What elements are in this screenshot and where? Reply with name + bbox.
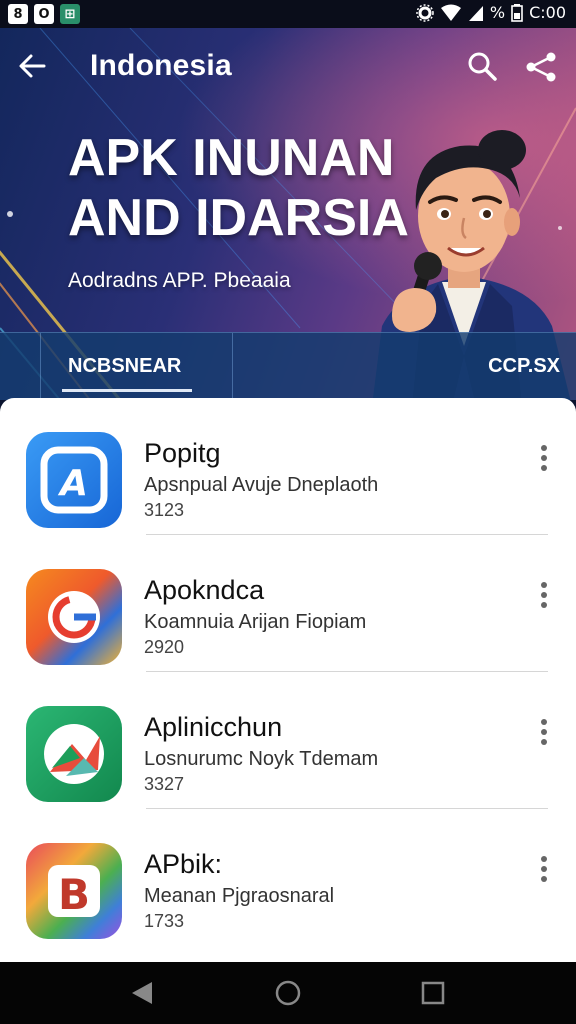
more-vert-icon[interactable] (538, 581, 550, 609)
battery-icon (511, 3, 523, 22)
app-name: Popitg (144, 438, 221, 468)
more-vert-icon[interactable] (538, 718, 550, 746)
hero-headline-line2: AND IDARSIA (68, 189, 409, 247)
hero-headline: APK INUNAN AND IDARSIA (68, 128, 409, 248)
list-item[interactable]: Apokndca Koamnuia Arijan Fiopiam 2920 (0, 535, 576, 672)
nav-home-icon[interactable] (274, 979, 302, 1007)
orange-swirl-app-icon[interactable] (26, 569, 122, 665)
notification-icon-2: O (34, 4, 54, 24)
nav-back-icon[interactable] (130, 980, 154, 1006)
app-description: Apsnpual Avuje Dneplaoth (144, 474, 379, 496)
notification-icon-3: ⊞ (60, 4, 80, 24)
tab-divider (232, 333, 233, 400)
active-tab-indicator (62, 389, 192, 392)
status-notification-icons: 8 O ⊞ (8, 4, 80, 24)
list-item[interactable]: A Popitg Apsnpual Avuje Dneplaoth 3123 (0, 398, 576, 535)
rainbow-b-app-icon[interactable]: B (26, 843, 122, 939)
status-system-icons: % C:00 (416, 3, 566, 22)
app-description: Losnurumc Noyk Tdemam (144, 748, 379, 770)
battery-percent: % (489, 3, 506, 22)
svg-text:B: B (58, 870, 90, 919)
notification-icon-1: 8 (8, 4, 28, 24)
wifi-icon (440, 4, 461, 21)
list-item[interactable]: Aplinicchun Losnurumc Noyk Tdemam 3327 (0, 672, 576, 809)
svg-text:A: A (57, 463, 88, 504)
hero-headline-line1: APK INUNAN (68, 129, 395, 187)
app-number: 1733 (144, 911, 185, 931)
blue-app-icon[interactable]: A (26, 432, 122, 528)
clock: C:00 (529, 3, 566, 22)
app-name: Apokndca (144, 575, 265, 605)
more-vert-icon[interactable] (538, 855, 550, 883)
app-name: Aplinicchun (144, 712, 283, 742)
hero-banner: Indonesia APK INUNAN AND IDARSIA Aodradn… (0, 28, 576, 400)
share-icon[interactable] (522, 48, 560, 86)
app-description: Meanan Pjgraosnaral (144, 885, 335, 907)
green-app-icon[interactable] (26, 706, 122, 802)
app-description: Koamnuia Arijan Fiopiam (144, 611, 367, 633)
search-icon[interactable] (464, 48, 500, 84)
nav-recents-icon[interactable] (421, 981, 445, 1005)
system-navigation-bar (0, 962, 576, 1024)
tab-right[interactable]: CCP.SX (488, 355, 560, 378)
tab-divider (40, 333, 41, 400)
category-tab-bar: NCBSNEAR CCP.SX (0, 332, 576, 400)
tab-left[interactable]: NCBSNEAR (68, 355, 181, 378)
app-bar: Indonesia (0, 28, 576, 104)
settings-icon (416, 3, 434, 22)
app-number: 3123 (144, 500, 185, 520)
hero-subtitle: Aodradns APP. Pbeaaia (68, 269, 291, 292)
app-list: A Popitg Apsnpual Avuje Dneplaoth 3123 A… (0, 398, 576, 964)
page-title: Indonesia (90, 49, 232, 82)
signal-icon (468, 5, 483, 21)
back-arrow-icon[interactable] (14, 48, 50, 84)
app-number: 3327 (144, 774, 185, 794)
status-bar: 8 O ⊞ % C:00 (0, 0, 576, 28)
list-item[interactable]: B APbik: Meanan Pjgraosnaral 1733 (0, 809, 576, 946)
app-number: 2920 (144, 637, 185, 657)
app-name: APbik: (144, 849, 223, 879)
more-vert-icon[interactable] (538, 444, 550, 472)
